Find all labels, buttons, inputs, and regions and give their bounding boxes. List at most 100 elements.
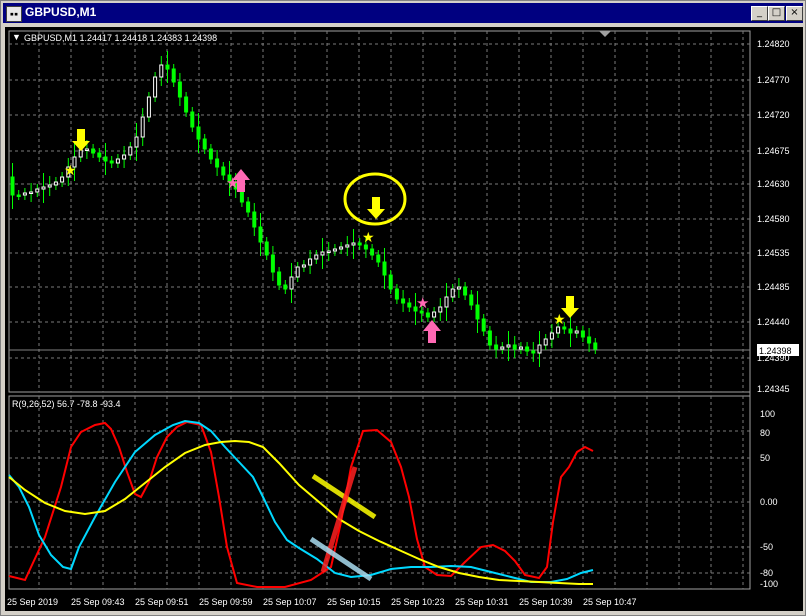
candle-body [481,318,486,332]
candle-body [109,160,114,164]
candle-body [388,274,393,290]
candle-body [47,184,52,188]
candle-body [103,156,108,162]
candle-body [171,68,176,83]
candle-body [574,330,579,334]
candle-body [177,81,182,98]
candle-body [35,188,40,193]
chart-header-arrow: ▼ [12,32,21,42]
price-label: 1.24440 [757,317,790,327]
indicator-grid [9,396,750,589]
time-label: 25 Sep 10:47 [583,597,637,607]
candle-body [115,158,120,164]
candle-body [264,241,269,256]
chart-window: ▪▪ GBPUSD,M1 _ □ × ▼ GBPUSD,M1 1.24417 1… [0,0,806,616]
time-label: 25 Sep 09:51 [135,597,189,607]
candle-body [351,242,356,246]
candlestick-series[interactable] [10,51,598,367]
candle-body [475,304,480,320]
candle-body [531,350,536,354]
chart-header: GBPUSD,M1 1.24417 1.24418 1.24383 1.2439… [24,33,217,43]
indicator-scale-label: 0.00 [760,497,778,507]
price-label: 1.24675 [757,146,790,156]
price-label: 1.24485 [757,282,790,292]
candle-body [16,194,21,197]
candle-body [425,312,430,318]
candle-body [556,326,561,334]
candle-body [456,286,461,290]
candle-body [487,330,492,346]
candle-body [184,96,189,113]
candle-body [580,330,585,338]
time-label: 25 Sep 2019 [7,597,58,607]
candle-body [562,326,567,330]
candle-body [97,152,102,158]
candle-body [450,288,455,298]
candle-body [320,251,325,256]
indicator-panel[interactable] [8,395,751,590]
chart-shift-marker [599,31,611,37]
candle-body [165,64,170,70]
signal-markers: ★ ★ ★ ★ ★ [64,129,579,343]
indicator-scale-label: -80 [760,568,773,578]
candle-body [444,296,449,308]
candle-body [84,148,89,151]
time-label: 25 Sep 10:07 [263,597,317,607]
candle-body [22,192,27,196]
star-icon: ★ [64,162,77,178]
candle-body [512,344,517,350]
candle-body [463,286,468,296]
candle-body [518,346,523,350]
indicator-scale-label: -100 [760,579,778,589]
time-label: 25 Sep 10:31 [455,597,509,607]
close-button[interactable]: × [786,6,803,21]
candle-body [326,250,331,253]
indicator-scale-label: 80 [760,428,770,438]
candle-body [339,246,344,250]
candle-body [407,302,412,308]
candle-body [258,226,263,243]
chart-area[interactable]: ▼ GBPUSD,M1 1.24417 1.24418 1.24383 1.24… [5,27,803,611]
minimize-button[interactable]: _ [751,6,768,21]
candle-body [140,116,145,138]
time-label: 25 Sep 10:23 [391,597,445,607]
candle-body [41,186,46,190]
title-bar[interactable]: ▪▪ GBPUSD,M1 _ □ × [3,3,803,23]
candle-body [295,266,300,278]
candle-body [308,258,313,266]
time-label: 25 Sep 09:59 [199,597,253,607]
candle-body [382,261,387,276]
candle-body [277,271,282,286]
candle-body [494,344,499,350]
price-label: 1.24720 [757,110,790,120]
candle-body [568,328,573,334]
candle-body [370,248,375,256]
candle-body [91,148,96,154]
star-icon: ★ [226,175,239,192]
price-label: 1.24580 [757,214,790,224]
star-icon: ★ [553,311,566,327]
time-label: 25 Sep 10:39 [519,597,573,607]
price-label: 1.24770 [757,75,790,85]
candle-body [469,294,474,306]
maximize-button[interactable]: □ [768,6,785,21]
candle-body [196,126,201,140]
candle-body [432,311,437,318]
current-price-label: 1.24398 [759,346,792,356]
candle-body [190,111,195,128]
time-label: 25 Sep 10:15 [327,597,381,607]
indicator-scale-label: -50 [760,542,773,552]
medium-line [8,419,594,583]
candle-body [500,346,505,350]
chart-window-icon: ▪▪ [6,6,22,22]
candle-body [29,191,34,194]
fast-line [8,420,594,588]
candle-body [549,332,554,340]
candle-body [289,276,294,290]
indicator-scale-label: 50 [760,453,770,463]
candle-body [587,336,592,344]
sell-arrow-icon [367,197,385,219]
candle-body [246,201,251,213]
candle-body [221,166,226,176]
candle-body [159,64,164,78]
